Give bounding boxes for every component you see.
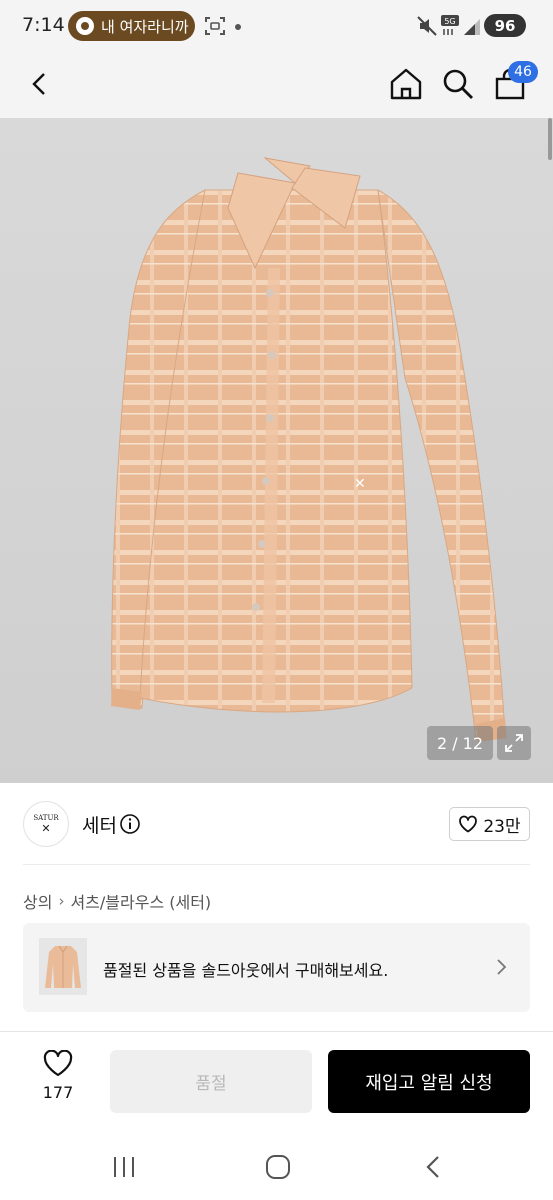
back-button[interactable]	[18, 62, 62, 106]
cart-count-badge: 46	[508, 61, 538, 83]
more-notifications-dot	[235, 24, 241, 30]
breadcrumb-item-top[interactable]: 상의	[23, 889, 52, 913]
chevron-right-icon: ›	[58, 892, 65, 910]
music-note-icon	[76, 17, 94, 35]
page-scrollbar[interactable]	[548, 118, 552, 160]
screen-capture-icon	[205, 17, 225, 35]
brand-name[interactable]: 세터	[82, 811, 117, 838]
info-icon[interactable]	[119, 813, 141, 835]
soldout-banner-text: 품절된 상품을 솔드아웃에서 구매해보세요.	[103, 961, 389, 980]
mute-icon	[417, 16, 437, 36]
brand-logo[interactable]: SATUR ✕	[23, 801, 69, 847]
wishlist-button[interactable]: 177	[30, 1050, 86, 1110]
product-image-gallery[interactable]: ✕	[0, 118, 553, 783]
recent-apps-button[interactable]	[104, 1149, 144, 1185]
home-circle-icon	[266, 1155, 290, 1179]
soldout-button[interactable]: 품절	[110, 1050, 312, 1113]
restock-alert-button[interactable]: 재입고 알림 신청	[328, 1050, 530, 1113]
system-back-button[interactable]	[413, 1149, 453, 1185]
heart-icon	[43, 1050, 73, 1077]
battery-level: 96	[494, 16, 516, 35]
network-5g-icon: 5G	[441, 15, 459, 35]
chevron-right-icon	[497, 959, 507, 975]
shirt-thumbnail-image	[39, 938, 87, 995]
breadcrumb-item-category[interactable]: 셔츠/블라우스 (세터)	[70, 889, 211, 913]
top-nav-bar	[0, 52, 553, 118]
brand-like-count: 23만	[483, 816, 521, 837]
soldout-market-banner[interactable]: 품절된 상품을 솔드아웃에서 구매해보세요.	[23, 923, 530, 1012]
recent-apps-icon	[114, 1157, 134, 1177]
notification-text: 내 여자라니까	[101, 17, 189, 36]
expand-icon	[505, 734, 523, 752]
signal-icon	[464, 19, 480, 35]
bottom-bar-divider	[0, 1031, 553, 1032]
system-navigation-bar	[0, 1135, 553, 1200]
image-counter: 2 / 12	[427, 726, 493, 760]
back-arrow-icon	[426, 1156, 439, 1178]
product-image: ✕	[111, 157, 507, 742]
home-system-button[interactable]	[258, 1149, 298, 1185]
brand-logo-text: SATUR	[33, 813, 59, 822]
product-page: 7:14 내 여자라니까 5G 96 46 ✕ 2 / 12 SATUR ✕ 세…	[0, 0, 553, 1200]
home-button[interactable]	[384, 62, 428, 106]
section-divider	[23, 864, 530, 865]
status-time: 7:14	[22, 14, 65, 36]
expand-image-button[interactable]	[497, 726, 531, 760]
notification-pill[interactable]: 내 여자라니까	[68, 11, 195, 41]
status-bar: 7:14 내 여자라니까 5G 96	[0, 0, 553, 52]
product-thumbnail	[39, 938, 87, 995]
chevron-left-icon	[32, 73, 45, 95]
search-icon	[443, 69, 473, 99]
svg-text:✕: ✕	[354, 476, 366, 492]
heart-icon	[459, 815, 478, 833]
breadcrumb: 상의 › 셔츠/블라우스 (세터)	[23, 889, 211, 913]
battery-indicator: 96	[484, 14, 526, 37]
svg-text:5G: 5G	[444, 17, 455, 26]
wishlist-count: 177	[42, 1083, 74, 1102]
home-icon	[390, 68, 422, 100]
brand-like-button[interactable]: 23만	[449, 807, 530, 841]
brand-logo-mark-icon: ✕	[41, 821, 51, 835]
search-button[interactable]	[436, 62, 480, 106]
